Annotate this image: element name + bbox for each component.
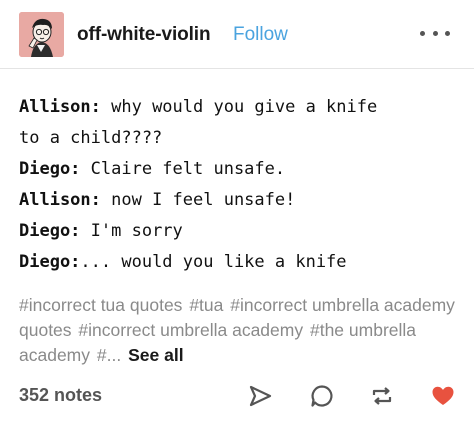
username-link[interactable]: off-white-violin <box>77 24 211 46</box>
chat-speaker: Diego: <box>19 252 81 272</box>
chat-text: I'm sorry <box>80 221 183 241</box>
more-icon[interactable] <box>420 21 450 45</box>
more-dot <box>432 30 438 36</box>
tag-list: #incorrect tua quotes #tua #incorrect um… <box>19 293 459 368</box>
chat-line: Diego: I'm sorry <box>19 216 459 247</box>
chat-speaker: Allison: <box>19 190 101 210</box>
chat-line: Diego:... would you like a knife <box>19 247 459 278</box>
tag-link[interactable]: #incorrect umbrella academy <box>78 320 303 340</box>
post-footer: 352 notes <box>0 375 474 415</box>
chat-body: Allison: why would you give a knife to a… <box>19 92 459 278</box>
tag-link[interactable]: #tua <box>189 295 223 315</box>
chat-line: Diego: Claire felt unsafe. <box>19 154 459 185</box>
chat-text: why would you give a knife <box>100 97 378 117</box>
like-icon[interactable] <box>430 383 456 409</box>
chat-speaker: Allison: <box>19 97 101 117</box>
header-divider <box>0 68 474 69</box>
avatar[interactable] <box>19 12 64 57</box>
follow-button[interactable]: Follow <box>233 24 288 46</box>
chat-line: Allison: now I feel unsafe! <box>19 185 459 216</box>
chat-text: Claire felt unsafe. <box>80 159 286 179</box>
notes-count[interactable]: 352 notes <box>19 385 102 406</box>
tag-link[interactable]: #... <box>97 345 121 365</box>
chat-text: to a child???? <box>19 128 163 148</box>
chat-line: to a child???? <box>19 123 459 154</box>
post-header: off-white-violin Follow <box>0 0 474 68</box>
share-icon[interactable] <box>247 383 273 409</box>
more-dot <box>420 30 425 36</box>
chat-speaker: Diego: <box>19 159 81 179</box>
reply-icon[interactable] <box>309 383 335 409</box>
chat-speaker: Diego: <box>19 221 81 241</box>
see-all-tags-button[interactable]: See all <box>128 345 183 365</box>
chat-text: ... would you like a knife <box>80 252 347 272</box>
more-dot <box>445 30 450 36</box>
reblog-icon[interactable] <box>369 383 395 409</box>
tag-link[interactable]: #incorrect tua quotes <box>19 295 182 315</box>
chat-text: now I feel unsafe! <box>100 190 296 210</box>
avatar-illustration <box>19 12 64 57</box>
chat-line: Allison: why would you give a knife <box>19 92 459 123</box>
